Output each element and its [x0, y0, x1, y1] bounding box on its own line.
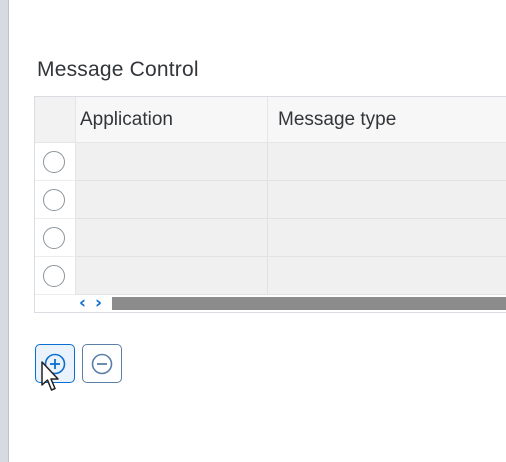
section-title: Message Control — [37, 58, 199, 81]
remove-circle-icon — [91, 353, 113, 375]
scrollbar-thumb[interactable] — [112, 297, 506, 310]
message-type-cell[interactable] — [268, 219, 506, 257]
scroll-left-icon[interactable]: ‹ — [79, 293, 86, 312]
horizontal-scrollbar[interactable]: ‹ › — [35, 293, 506, 312]
table-row[interactable] — [35, 219, 506, 257]
scroll-right-icon[interactable]: › — [95, 293, 102, 312]
application-cell[interactable] — [76, 257, 268, 295]
row-radio-button[interactable] — [43, 265, 65, 287]
message-control-table: Application Message type ‹ › — [34, 96, 506, 313]
table-row[interactable] — [35, 257, 506, 295]
row-selector[interactable] — [35, 181, 76, 219]
table-row[interactable] — [35, 181, 506, 219]
column-header-message-type[interactable]: Message type — [268, 97, 506, 143]
application-cell[interactable] — [76, 181, 268, 219]
left-panel-edge — [0, 0, 9, 462]
message-type-cell[interactable] — [268, 143, 506, 181]
row-selector[interactable] — [35, 219, 76, 257]
mouse-cursor-icon — [41, 361, 59, 391]
application-cell[interactable] — [76, 143, 268, 181]
row-selector[interactable] — [35, 143, 76, 181]
column-header-application[interactable]: Application — [76, 97, 268, 143]
selection-column-header — [35, 97, 76, 143]
table-row[interactable] — [35, 143, 506, 181]
message-type-cell[interactable] — [268, 181, 506, 219]
message-type-cell[interactable] — [268, 257, 506, 295]
row-radio-button[interactable] — [43, 227, 65, 249]
application-cell[interactable] — [76, 219, 268, 257]
row-radio-button[interactable] — [43, 151, 65, 173]
remove-row-button[interactable] — [82, 344, 122, 383]
row-selector[interactable] — [35, 257, 76, 295]
row-radio-button[interactable] — [43, 189, 65, 211]
